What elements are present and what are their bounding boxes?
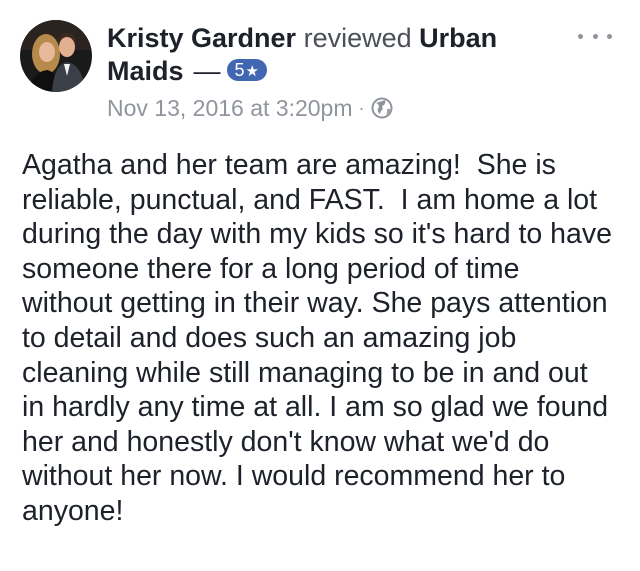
- review-line: cleaning while still managing to be in a…: [22, 356, 588, 389]
- review-line: without getting in their way. She pays a…: [22, 287, 608, 320]
- review-line: to detail and does such an amazing job: [22, 321, 517, 354]
- author-name[interactable]: Kristy Gardner: [107, 23, 296, 53]
- review-post: Kristy Gardner reviewed Urban Maids —5★ No…: [0, 0, 640, 571]
- page-name-line1: Urban: [419, 23, 498, 53]
- more-options-icon[interactable]: [578, 26, 612, 46]
- timestamp[interactable]: Nov 13, 2016 at 3:20pm: [107, 94, 353, 122]
- review-line: reliable, punctual, and FAST. I am home …: [22, 183, 598, 216]
- review-text: Agatha and her team are amazing! She is …: [22, 148, 622, 529]
- review-line: without her now. I would recommend her t…: [22, 460, 566, 493]
- review-line: in hardly any time at all. I am so glad …: [22, 391, 609, 424]
- post-meta: Nov 13, 2016 at 3:20pm ·: [107, 94, 393, 122]
- review-line: anyone!: [22, 494, 124, 527]
- avatar-photo: [20, 20, 92, 92]
- star-icon: ★: [245, 63, 259, 80]
- meta-separator: ·: [358, 98, 365, 118]
- page-name-line2: Maids: [107, 56, 184, 86]
- rating-badge: 5★: [226, 59, 267, 81]
- action-verb: reviewed: [303, 23, 412, 53]
- header-separator: —: [193, 56, 221, 86]
- review-line: during the day with my kids so it's hard…: [22, 218, 612, 251]
- review-line: Agatha and her team are amazing! She is: [22, 149, 556, 181]
- globe-icon[interactable]: [371, 97, 393, 119]
- rating-value: 5: [234, 60, 245, 80]
- avatar[interactable]: [20, 20, 92, 92]
- review-line: someone there for a long period of time: [22, 252, 520, 285]
- more-dot: [578, 33, 583, 39]
- more-dot: [592, 33, 598, 39]
- review-line: her and honestly don't know what we'd do: [22, 425, 550, 458]
- post-header: Kristy Gardner reviewed Urban Maids —5★: [107, 22, 557, 88]
- more-dot: [607, 33, 612, 39]
